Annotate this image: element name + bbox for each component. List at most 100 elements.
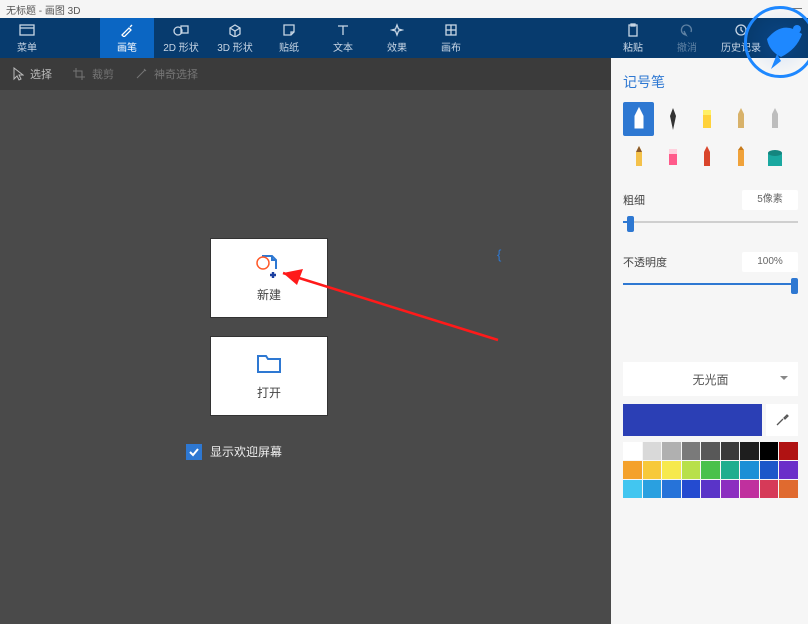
new-file-icon [256,254,282,278]
effects-icon [389,23,405,37]
minimize-button[interactable] [792,8,802,9]
color-swatch[interactable] [623,442,642,460]
pen-pastel[interactable] [725,140,756,174]
pen-grid [623,102,798,174]
tool-paste[interactable]: 粘贴 [606,18,660,58]
material-dropdown[interactable]: 无光面 [623,362,798,396]
tool-label: 贴纸 [279,39,299,54]
cursor-icon [12,67,24,81]
pen-highlighter[interactable] [691,102,722,136]
color-swatch[interactable] [721,442,740,460]
material-label: 无光面 [692,371,728,388]
show-welcome-checkbox-row[interactable]: 显示欢迎屏幕 [186,443,282,460]
color-palette [623,442,798,498]
thickness-slider[interactable] [623,214,798,230]
undo-icon [679,23,695,37]
color-swatch[interactable] [779,461,798,479]
color-swatch[interactable] [623,480,642,498]
sticker-icon [281,23,297,37]
thickness-row: 粗细 5像素 [623,190,798,210]
tool-label: 画布 [441,39,461,54]
color-swatch[interactable] [643,442,662,460]
color-swatch[interactable] [701,480,720,498]
tool-label: 粘贴 [623,39,643,54]
tool-canvas[interactable]: 画布 [424,18,478,58]
color-swatch[interactable] [662,480,681,498]
crop-icon [72,67,86,81]
new-file-card[interactable]: 新建 [210,238,328,318]
color-swatch[interactable] [701,461,720,479]
color-swatch[interactable] [779,442,798,460]
open-file-card[interactable]: 打开 [210,336,328,416]
color-swatch[interactable] [779,480,798,498]
tool-label: 3D 形状 [217,39,253,54]
brush-icon [119,23,135,37]
paste-icon [625,23,641,37]
color-swatch[interactable] [760,480,779,498]
crop-label: 裁剪 [92,66,114,82]
color-swatch[interactable] [682,442,701,460]
window-title: 无标题 - 画图 3D [6,2,80,17]
eyedropper-icon [774,412,790,428]
color-swatch[interactable] [623,461,642,479]
cursor-mark: { [497,247,501,262]
color-swatch[interactable] [740,461,759,479]
open-file-label: 打开 [257,384,281,401]
color-swatch[interactable] [740,442,759,460]
color-swatch[interactable] [682,461,701,479]
text-icon [335,23,351,37]
pen-marker[interactable] [623,102,654,136]
tool-brush[interactable]: 画笔 [100,18,154,58]
tool-undo[interactable]: 撤消 [660,18,714,58]
magic-label: 神奇选择 [154,66,198,82]
crop-tool[interactable]: 裁剪 [72,66,114,82]
pen-crayon[interactable] [691,140,722,174]
color-swatch[interactable] [682,480,701,498]
opacity-row: 不透明度 100% [623,252,798,272]
title-bar: 无标题 - 画图 3D [0,0,808,18]
tool-effects[interactable]: 效果 [370,18,424,58]
opacity-value[interactable]: 100% [742,252,798,272]
tool-history[interactable]: 历史记录 [714,18,768,58]
pen-bucket[interactable] [759,140,790,174]
color-swatch[interactable] [721,480,740,498]
thickness-value[interactable]: 5像素 [742,190,798,210]
tool-label: 效果 [387,39,407,54]
magic-icon [134,67,148,81]
select-tool[interactable]: 选择 [12,66,52,82]
magic-select-tool[interactable]: 神奇选择 [134,66,198,82]
pen-calligraphy[interactable] [657,102,688,136]
pen-oil[interactable] [725,102,756,136]
color-swatch[interactable] [662,461,681,479]
opacity-label: 不透明度 [623,254,667,270]
tool-label: 历史记录 [721,39,761,54]
tool-stickers[interactable]: 贴纸 [262,18,316,58]
select-label: 选择 [30,66,52,82]
tool-3d-shapes[interactable]: 3D 形状 [208,18,262,58]
welcome-dialog: 新建 打开 [210,238,328,416]
folder-icon [256,352,282,376]
current-color-row [623,404,798,436]
pen-pencil-gray[interactable] [759,102,790,136]
eyedropper-button[interactable] [766,404,798,436]
color-swatch[interactable] [662,442,681,460]
tool-menu[interactable]: 菜单 [0,18,54,58]
color-swatch[interactable] [643,461,662,479]
color-swatch[interactable] [721,461,740,479]
shape-3d-icon [227,23,243,37]
pen-eraser[interactable] [657,140,688,174]
color-swatch[interactable] [740,480,759,498]
color-swatch[interactable] [760,461,779,479]
color-swatch[interactable] [701,442,720,460]
history-icon [733,23,749,37]
color-swatch[interactable] [643,480,662,498]
color-swatch[interactable] [760,442,779,460]
tool-text[interactable]: 文本 [316,18,370,58]
pen-pencil[interactable] [623,140,654,174]
opacity-slider[interactable] [623,276,798,292]
new-file-label: 新建 [257,286,281,303]
tool-2d-shapes[interactable]: 2D 形状 [154,18,208,58]
current-color-swatch[interactable] [623,404,762,436]
menu-icon [19,23,35,37]
tool-label: 撤消 [677,39,697,54]
